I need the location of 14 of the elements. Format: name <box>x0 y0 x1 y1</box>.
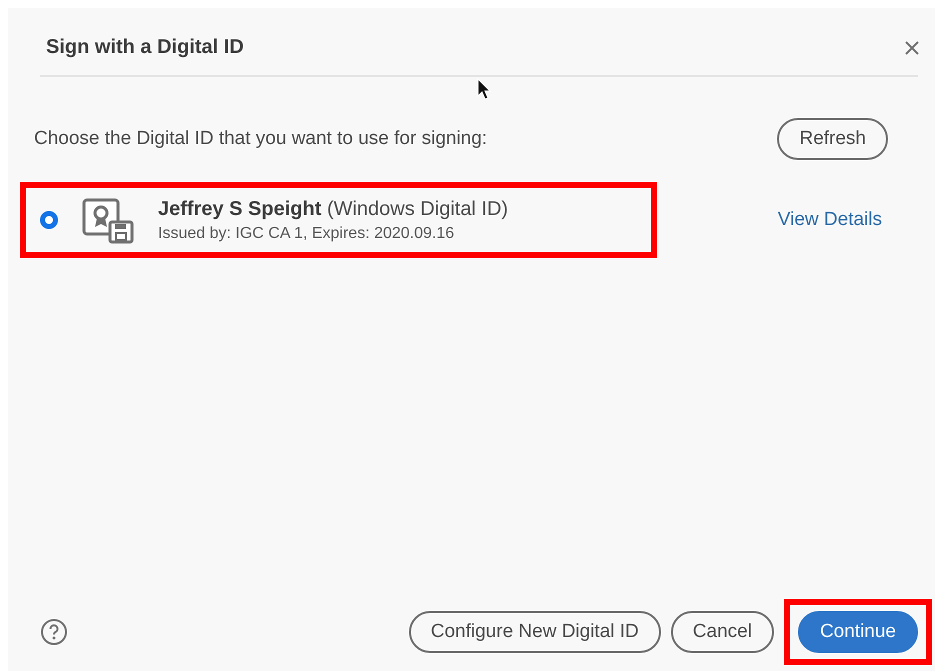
cursor-icon <box>476 77 492 101</box>
instruction-text: Choose the Digital ID that you want to use for signing: <box>34 128 488 150</box>
close-icon[interactable] <box>904 40 920 56</box>
radio-button[interactable] <box>40 211 58 229</box>
refresh-button[interactable]: Refresh <box>777 118 888 160</box>
view-details-link[interactable]: View Details <box>778 209 882 231</box>
help-icon[interactable] <box>40 618 68 646</box>
continue-button[interactable]: Continue <box>798 611 918 653</box>
id-details: Issued by: IGC CA 1, Expires: 2020.09.16 <box>158 224 456 242</box>
dialog-title: Sign with a Digital ID <box>46 36 244 59</box>
id-name: Jeffrey S Speight (Windows Digital ID) <box>158 198 508 220</box>
footer-button[interactable]: Cancel <box>670 611 774 653</box>
footer-button[interactable]: Configure New Digital ID <box>408 611 661 653</box>
certificate-icon <box>82 196 134 244</box>
